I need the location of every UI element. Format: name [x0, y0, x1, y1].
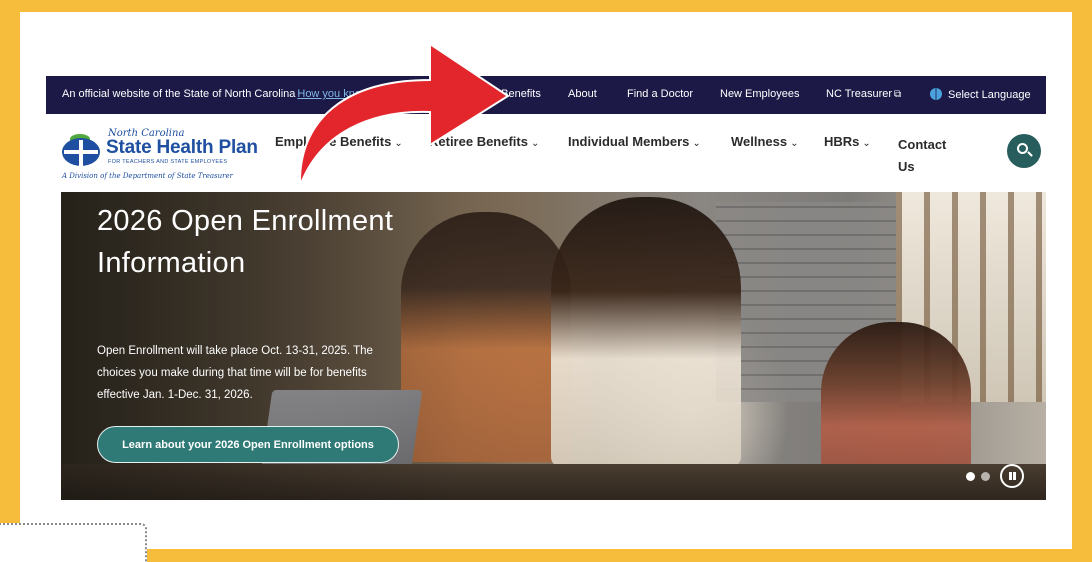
site-logo[interactable]: North Carolina State Health Plan FOR TEA…: [58, 128, 258, 184]
shp-logo-icon: [62, 134, 100, 166]
nav-individual-label: Individual Members: [568, 134, 690, 149]
select-language-label: Select Language: [948, 89, 1031, 101]
pause-icon[interactable]: [1000, 464, 1024, 488]
search-button[interactable]: [1007, 134, 1041, 168]
open-enrollment-cta-button[interactable]: Learn about your 2026 Open Enrollment op…: [97, 426, 399, 463]
logo-tagline: FOR TEACHERS AND STATE EMPLOYEES: [108, 159, 228, 165]
hero-banner: 2026 Open Enrollment Information Open En…: [61, 192, 1046, 500]
hero-photo-woman: [551, 197, 741, 467]
hero-title: 2026 Open Enrollment Information: [97, 205, 394, 279]
main-navigation: North Carolina State Health Plan FOR TEA…: [46, 114, 1046, 192]
carousel-controls: [966, 464, 1024, 488]
how-you-know-link[interactable]: How you know: [297, 88, 369, 100]
chevron-down-icon: ⌄: [530, 138, 540, 149]
nav-hbrs[interactable]: HBRs ⌄: [824, 134, 871, 149]
nav-employee-benefits[interactable]: Employee Benefits ⌄: [275, 134, 403, 149]
official-text: An official website of the State of Nort…: [62, 88, 296, 100]
nav-retiree-benefits[interactable]: Retiree Benefits ⌄: [429, 134, 539, 149]
utility-bar: An official website of the State of Nort…: [46, 76, 1046, 114]
new-employees-link[interactable]: New Employees: [720, 88, 799, 100]
nav-individual-members[interactable]: Individual Members ⌄: [568, 134, 701, 149]
official-website-notice: An official website of the State of Nort…: [62, 88, 369, 100]
chevron-down-icon: ⌄: [394, 138, 403, 149]
carousel-dot-2[interactable]: [981, 471, 990, 481]
ebenefits-link[interactable]: eBenefits: [495, 88, 541, 100]
find-a-doctor-link[interactable]: Find a Doctor: [627, 88, 693, 100]
chevron-down-icon: ⌄: [692, 138, 701, 149]
hero-description: Open Enrollment will take place Oct. 13-…: [97, 345, 373, 401]
nc-treasurer-link[interactable]: NC Treasurer: [826, 88, 901, 100]
carousel-dot-1[interactable]: [966, 471, 975, 481]
chevron-down-icon: ⌄: [862, 138, 871, 149]
logo-division: A Division of the Department of State Tr…: [62, 172, 233, 180]
logo-name: State Health Plan: [106, 137, 258, 158]
about-link[interactable]: About: [568, 88, 597, 100]
nav-retiree-label: Retiree Benefits: [429, 134, 528, 149]
dotted-callout-box: [0, 523, 147, 562]
hero-photo-child: [821, 322, 971, 472]
nav-wellness[interactable]: Wellness ⌄: [731, 134, 799, 149]
nav-wellness-label: Wellness: [731, 134, 788, 149]
nav-employee-label: Employee Benefits: [275, 134, 392, 149]
chevron-down-icon: ⌄: [790, 138, 799, 149]
select-language-button[interactable]: Select Language: [930, 88, 1031, 101]
nav-hbrs-label: HBRs: [824, 134, 860, 149]
nav-contact-us[interactable]: Contact Us: [898, 134, 958, 178]
globe-icon: [930, 88, 942, 100]
